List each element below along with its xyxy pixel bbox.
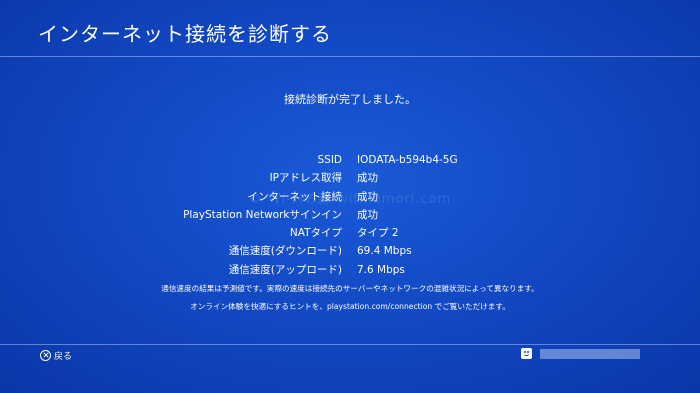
footer-divider bbox=[0, 344, 700, 345]
back-button-label: 戻る bbox=[54, 351, 73, 362]
result-value: 7.6 Mbps bbox=[357, 263, 405, 276]
results-list: SSID IODATA-b594b4-5G IPアドレス取得 成功 インターネッ… bbox=[0, 151, 700, 279]
result-value: タイプ 2 bbox=[357, 227, 399, 240]
connection-hint: オンライン体験を快適にするヒントを、playstation.com/connec… bbox=[190, 302, 510, 311]
result-value: 成功 bbox=[357, 172, 378, 185]
result-row-download-speed: 通信速度(ダウンロード) 69.4 Mbps bbox=[0, 242, 700, 260]
result-row-internet: インターネット接続 成功 bbox=[0, 188, 700, 206]
result-row-upload-speed: 通信速度(アップロード) 7.6 Mbps bbox=[0, 261, 700, 279]
speed-disclaimer: 通信速度の結果は予測値です。実際の速度は接続先のサーバーやネットワークの混雑状況… bbox=[161, 284, 539, 293]
result-label: IPアドレス取得 bbox=[269, 172, 342, 185]
result-label: インターネット接続 bbox=[247, 190, 343, 203]
avatar-icon bbox=[521, 348, 532, 359]
result-label: 通信速度(アップロード) bbox=[228, 263, 342, 276]
result-label: NATタイプ bbox=[289, 227, 342, 240]
result-row-psn-signin: PlayStation Networkサインイン 成功 bbox=[0, 206, 700, 224]
result-label: 通信速度(ダウンロード) bbox=[228, 245, 342, 258]
cross-button-icon bbox=[40, 349, 51, 361]
back-button[interactable]: 戻る bbox=[40, 348, 72, 362]
result-value: 成功 bbox=[357, 208, 378, 221]
result-value: 69.4 Mbps bbox=[357, 245, 412, 258]
header-divider bbox=[0, 56, 700, 57]
result-label: PlayStation Networkサインイン bbox=[183, 208, 342, 221]
page-title: インターネット接続を診断する bbox=[38, 22, 332, 46]
result-value: IODATA-b594b4-5G bbox=[357, 154, 458, 166]
result-label: SSID bbox=[317, 154, 342, 166]
result-row-ip-address: IPアドレス取得 成功 bbox=[0, 169, 700, 187]
result-row-ssid: SSID IODATA-b594b4-5G bbox=[0, 151, 700, 169]
user-indicator bbox=[521, 348, 640, 359]
diagnosis-status: 接続診断が完了しました。 bbox=[284, 93, 416, 106]
user-name-redacted bbox=[540, 348, 640, 359]
result-value: 成功 bbox=[357, 190, 378, 203]
result-row-nat-type: NATタイプ タイプ 2 bbox=[0, 224, 700, 242]
